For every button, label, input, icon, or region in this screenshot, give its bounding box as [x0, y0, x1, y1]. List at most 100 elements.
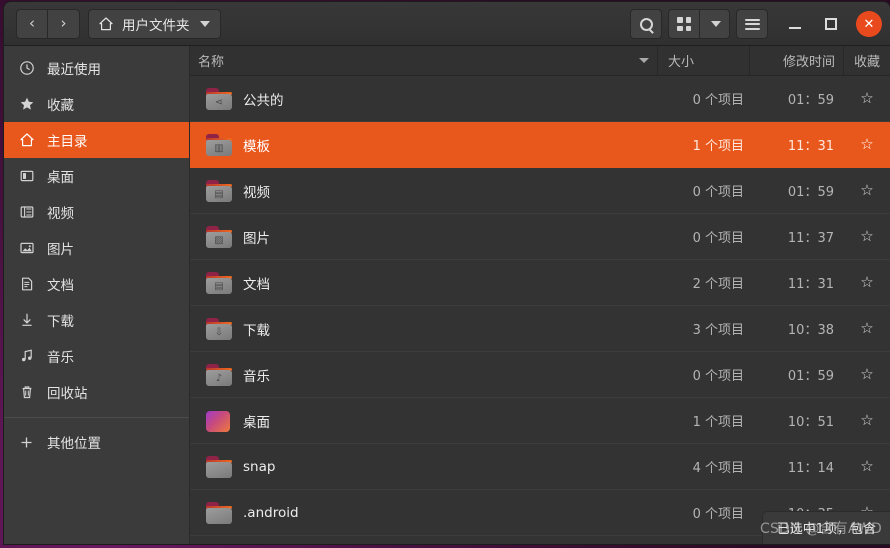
table-row[interactable]: ⋖ 公共的 0 个项目 01：59 ☆ [190, 76, 890, 122]
search-icon [639, 17, 653, 31]
minimize-button[interactable] [784, 13, 806, 35]
sidebar-item-9[interactable]: 回收站 [4, 374, 189, 410]
folder-share-icon: ⋖ [206, 87, 232, 110]
file-size-cell: 0 个项目 [692, 185, 744, 200]
table-row[interactable]: ⇩ 下载 3 个项目 10：38 ☆ [190, 306, 890, 352]
document-icon [18, 276, 35, 293]
main-menu-button[interactable] [736, 9, 768, 39]
star-outline-icon: ☆ [860, 135, 874, 153]
sidebar-item-8[interactable]: 音乐 [4, 338, 189, 374]
star-outline-icon: ☆ [860, 319, 874, 337]
column-header-size[interactable]: 大小 [658, 45, 750, 76]
folder-pictures-icon: ▨ [206, 225, 232, 248]
sidebar-item-7[interactable]: 下载 [4, 302, 189, 338]
file-name-label: 文档 [243, 276, 270, 293]
file-star-cell[interactable]: ☆ [844, 229, 890, 244]
search-button[interactable] [630, 9, 662, 39]
file-size-cell: 0 个项目 [692, 231, 744, 246]
table-row[interactable]: ▨ 图片 0 个项目 11：37 ☆ [190, 214, 890, 260]
file-star-cell[interactable]: ☆ [844, 321, 890, 336]
file-star-cell[interactable]: ☆ [844, 275, 890, 290]
file-name-cell: snap [190, 455, 658, 478]
file-name-cell: ⋖ 公共的 [190, 87, 658, 110]
status-tooltip: 已选中1项，包含 [761, 511, 890, 544]
file-manager-window: ‹ › 用户文件夹 ✕ 最近使用 收藏 主目录 桌面 视频 图片 文档 下载 音… [4, 2, 890, 544]
sidebar-item-0[interactable]: 最近使用 [4, 50, 189, 86]
window-controls: ✕ [784, 11, 882, 37]
column-header-modified[interactable]: 修改时间 [750, 45, 844, 76]
table-row[interactable]: ▤ 视频 0 个项目 01：59 ☆ [190, 168, 890, 214]
sidebar-item-label: 下载 [47, 314, 74, 330]
file-size-cell: 1 个项目 [692, 139, 744, 154]
table-row[interactable]: 桌面 1 个项目 10：51 ☆ [190, 398, 890, 444]
file-size-cell: 4 个项目 [692, 461, 744, 476]
chevron-down-icon [199, 20, 210, 27]
sidebar-item-label: 最近使用 [47, 62, 101, 78]
file-name-label: 桌面 [243, 414, 270, 431]
sidebar-item-2[interactable]: 主目录 [4, 122, 189, 158]
path-breadcrumb-button[interactable]: 用户文件夹 [88, 8, 221, 39]
forward-button[interactable]: › [48, 8, 80, 39]
download-icon [18, 312, 35, 329]
file-name-cell: ▤ 视频 [190, 179, 658, 202]
file-modified-cell: 01：59 [787, 369, 834, 384]
close-button[interactable]: ✕ [856, 11, 882, 37]
table-row[interactable]: ▥ 模板 1 个项目 11：31 ☆ [190, 122, 890, 168]
home-icon [18, 132, 35, 149]
back-button[interactable]: ‹ [16, 8, 48, 39]
file-name-label: snap [243, 458, 276, 475]
hamburger-menu-icon [744, 18, 760, 30]
sidebar-item-4[interactable]: 视频 [4, 194, 189, 230]
file-name-cell: ▥ 模板 [190, 133, 658, 156]
folder-videos-icon: ▤ [206, 179, 232, 202]
chevron-right-icon: › [60, 14, 67, 32]
sidebar-item-label: 其他位置 [47, 436, 101, 452]
home-icon [98, 16, 114, 32]
grid-view-button[interactable] [668, 9, 700, 39]
file-size-cell: 2 个项目 [692, 277, 744, 292]
sidebar-divider [4, 417, 189, 418]
file-size-cell: 0 个项目 [692, 369, 744, 384]
folder-icon [206, 455, 232, 478]
minimize-icon [789, 27, 801, 29]
sidebar-item-3[interactable]: 桌面 [4, 158, 189, 194]
view-options-dropdown[interactable] [700, 9, 730, 39]
sidebar-item-1[interactable]: 收藏 [4, 86, 189, 122]
file-name-cell: .android [190, 501, 658, 524]
file-star-cell[interactable]: ☆ [844, 91, 890, 106]
column-header-starred[interactable]: 收藏 [844, 46, 890, 76]
folder-download-icon: ⇩ [206, 317, 232, 340]
sidebar-item-other-locations[interactable]: 其他位置 [4, 424, 189, 460]
file-star-cell[interactable]: ☆ [844, 137, 890, 152]
star-icon [18, 96, 35, 113]
file-modified-cell: 11：31 [787, 139, 834, 154]
column-header-starred-label: 收藏 [853, 55, 880, 70]
file-name-label: 音乐 [243, 368, 270, 385]
sidebar-item-5[interactable]: 图片 [4, 230, 189, 266]
file-name-label: 图片 [243, 230, 270, 247]
sidebar-item-6[interactable]: 文档 [4, 266, 189, 302]
folder-music-icon: ♪ [206, 363, 232, 386]
file-star-cell[interactable]: ☆ [844, 413, 890, 428]
music-icon [18, 348, 35, 365]
sidebar-item-label: 图片 [47, 242, 74, 258]
column-header-modified-label: 修改时间 [782, 55, 835, 70]
file-star-cell[interactable]: ☆ [844, 183, 890, 198]
file-name-label: 模板 [243, 138, 270, 155]
close-icon: ✕ [863, 16, 875, 32]
file-star-cell[interactable]: ☆ [844, 459, 890, 474]
maximize-button[interactable] [820, 13, 842, 35]
folder-templates-icon: ▥ [206, 133, 232, 156]
sidebar-item-label: 音乐 [47, 350, 74, 366]
file-size-cell: 1 个项目 [692, 415, 744, 430]
file-star-cell[interactable]: ☆ [844, 367, 890, 382]
table-row[interactable]: snap 4 个项目 11：14 ☆ [190, 444, 890, 490]
star-outline-icon: ☆ [860, 181, 874, 199]
chevron-left-icon: ‹ [29, 14, 35, 32]
navigation-buttons: ‹ › [16, 8, 80, 39]
header-right-controls: ✕ [630, 2, 884, 46]
folder-icon [206, 501, 232, 524]
table-row[interactable]: ♪ 音乐 0 个项目 01：59 ☆ [190, 352, 890, 398]
table-row[interactable]: ▤ 文档 2 个项目 11：31 ☆ [190, 260, 890, 306]
column-header-name[interactable]: 名称 [190, 45, 658, 76]
